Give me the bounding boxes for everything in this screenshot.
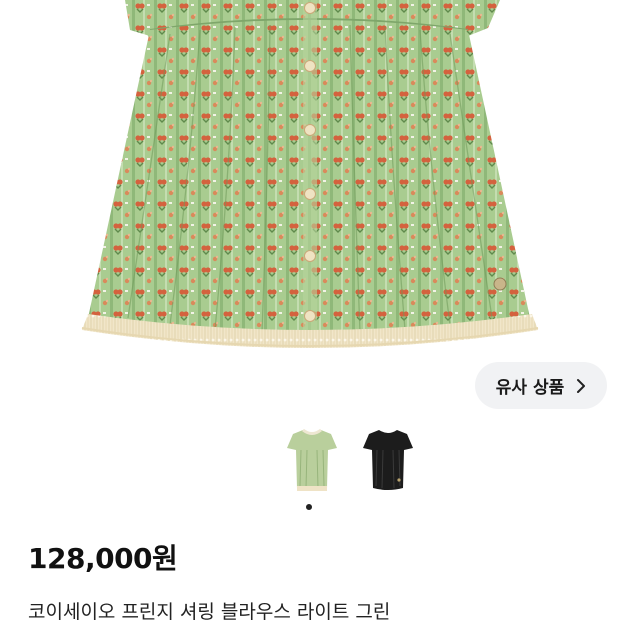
variant-thumbnails [0, 428, 620, 498]
product-price: 128,000원 [28, 542, 178, 575]
variant-thumbnail-black[interactable] [357, 428, 419, 496]
dress-illustration [81, 0, 539, 348]
chevron-right-icon [577, 378, 586, 393]
black-dress-thumbnail [363, 430, 413, 490]
product-title: 코이세이오 프린지 셔링 블라우스 라이트 그린 [28, 601, 391, 620]
carousel-indicator [306, 504, 314, 512]
similar-products-label: 유사 상품 [495, 378, 565, 398]
product-image[interactable] [0, 0, 620, 372]
carousel-dot-active[interactable] [306, 504, 312, 510]
variant-thumbnail-green[interactable] [281, 428, 343, 496]
green-dress-thumbnail [287, 428, 337, 491]
similar-products-button[interactable]: 유사 상품 [475, 362, 607, 409]
